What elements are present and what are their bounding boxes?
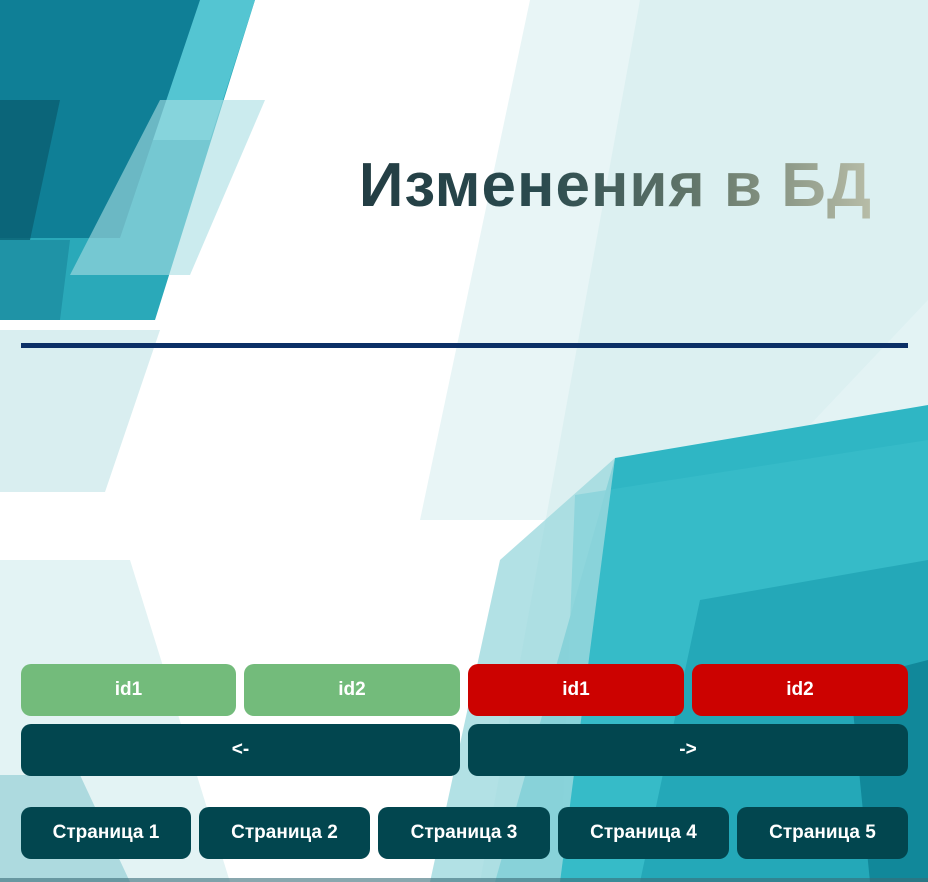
green-id2-button[interactable]: id2 [244,664,460,716]
page-5-button[interactable]: Страница 5 [737,807,908,859]
red-id2-button[interactable]: id2 [692,664,908,716]
page-1-button[interactable]: Страница 1 [21,807,191,859]
page-4-button[interactable]: Страница 4 [558,807,729,859]
prev-button[interactable]: <- [21,724,460,776]
green-id1-button[interactable]: id1 [21,664,236,716]
next-button[interactable]: -> [468,724,908,776]
page-title: Изменения в БД [358,151,872,220]
page-3-button[interactable]: Страница 3 [378,807,550,859]
title-divider [21,343,908,348]
red-id1-button[interactable]: id1 [468,664,684,716]
bottom-strip [0,878,928,882]
page-2-button[interactable]: Страница 2 [199,807,370,859]
